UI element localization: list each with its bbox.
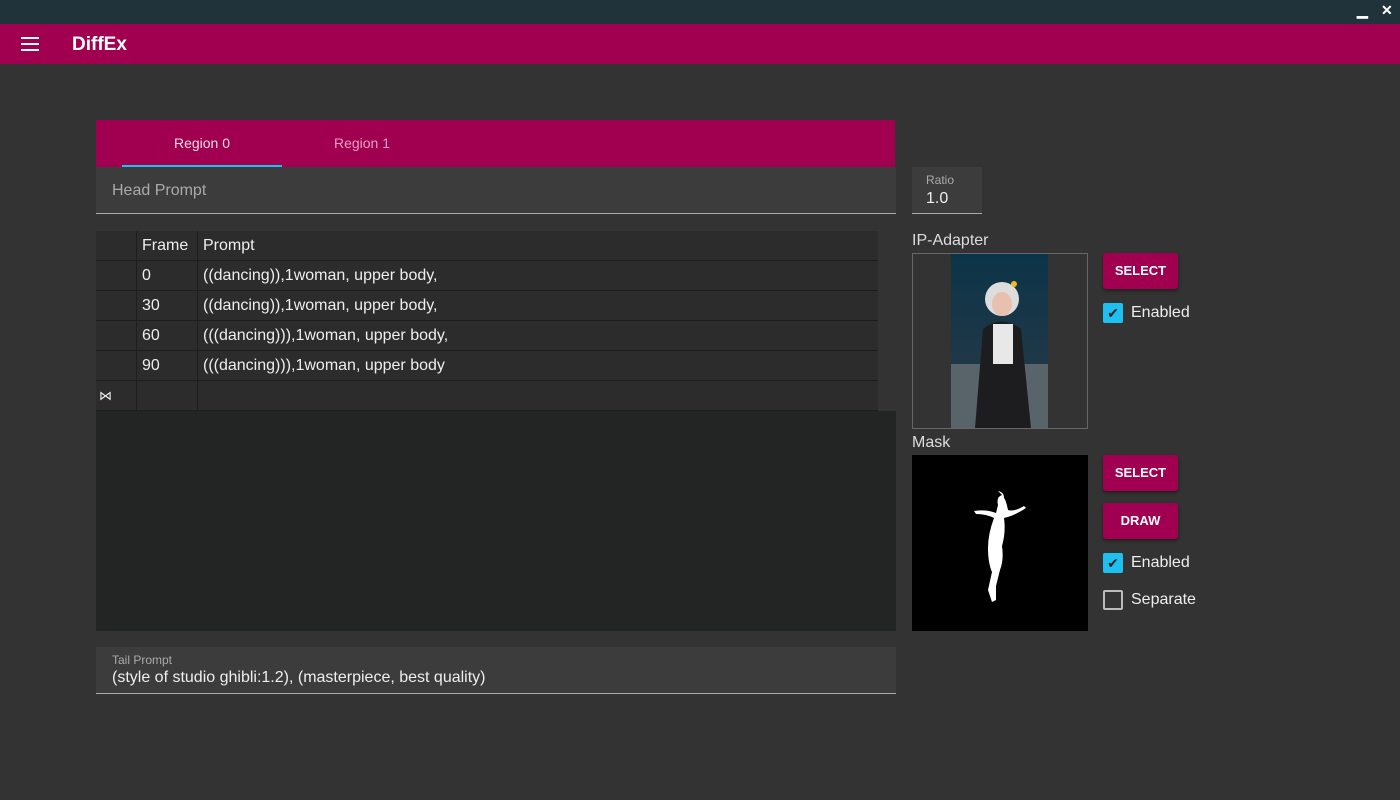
unchecked-box-icon: [1103, 590, 1123, 610]
prompt-table: Frame Prompt 0 ((dancing)),1woman, upper b…: [96, 231, 896, 631]
tail-prompt-value: (style of studio ghibli:1.2), (masterpie…: [112, 669, 486, 686]
cell-prompt[interactable]: ((dancing)),1woman, upper body,: [198, 291, 878, 321]
ip-adapter-select-button[interactable]: SELECT: [1103, 253, 1178, 289]
app-bar: DiffEx: [0, 24, 1400, 64]
portrait-image: [951, 254, 1048, 428]
tab-region-1[interactable]: Region 1: [282, 120, 442, 167]
ip-adapter-enabled-label: Enabled: [1131, 304, 1190, 321]
ratio-label: Ratio: [926, 173, 955, 187]
cell-frame[interactable]: 90: [137, 351, 198, 381]
tail-prompt-input[interactable]: Tail Prompt (style of studio ghibli:1.2)…: [96, 647, 896, 694]
window-titlebar: ▁ ✕: [0, 0, 1400, 24]
cell-prompt[interactable]: ((dancing)),1woman, upper body,: [198, 261, 878, 291]
app-title: DiffEx: [72, 34, 127, 55]
cell-frame[interactable]: 30: [137, 291, 198, 321]
minimize-button[interactable]: ▁: [1357, 2, 1368, 19]
region-tabs: Region 0 Region 1: [96, 120, 895, 167]
mask-label: Mask: [912, 434, 951, 451]
table-header: Frame Prompt: [96, 231, 878, 261]
hamburger-menu-icon[interactable]: [21, 37, 39, 51]
silhouette-image: [974, 491, 1026, 602]
mask-select-button[interactable]: SELECT: [1103, 455, 1178, 491]
ratio-input[interactable]: Ratio 1.0: [912, 167, 982, 214]
table-row[interactable]: 60 (((dancing))),1woman, upper body,: [96, 321, 878, 351]
mask-enabled-label: Enabled: [1131, 554, 1190, 571]
cell-frame[interactable]: 60: [137, 321, 198, 351]
table-row[interactable]: 0 ((dancing)),1woman, upper body,: [96, 261, 878, 291]
ip-adapter-enabled-checkbox[interactable]: ✔ Enabled: [1103, 303, 1190, 323]
mask-enabled-checkbox[interactable]: ✔ Enabled: [1103, 553, 1190, 573]
new-row[interactable]: ⋈: [96, 381, 878, 411]
check-icon: ✔: [1103, 303, 1123, 323]
head-prompt-input[interactable]: Head Prompt: [96, 167, 896, 214]
cell-prompt[interactable]: (((dancing))),1woman, upper body: [198, 351, 878, 381]
mask-separate-label: Separate: [1131, 591, 1196, 608]
ip-adapter-label: IP-Adapter: [912, 232, 989, 249]
table-row[interactable]: 30 ((dancing)),1woman, upper body,: [96, 291, 878, 321]
check-icon: ✔: [1103, 553, 1123, 573]
tab-region-0[interactable]: Region 0: [122, 120, 282, 167]
mask-separate-checkbox[interactable]: Separate: [1103, 590, 1196, 610]
close-button[interactable]: ✕: [1381, 2, 1393, 19]
cell-frame[interactable]: 0: [137, 261, 198, 291]
new-row-icon: ⋈: [96, 381, 137, 411]
table-scrollbar[interactable]: [878, 231, 896, 411]
mask-image: [912, 455, 1088, 631]
header-frame[interactable]: Frame: [137, 231, 198, 261]
cell-prompt[interactable]: (((dancing))),1woman, upper body,: [198, 321, 878, 351]
table-row[interactable]: 90 (((dancing))),1woman, upper body: [96, 351, 878, 381]
ip-adapter-image: [912, 253, 1088, 429]
mask-draw-button[interactable]: DRAW: [1103, 503, 1178, 539]
ratio-value: 1.0: [926, 190, 949, 207]
header-prompt[interactable]: Prompt: [198, 231, 878, 261]
tail-prompt-label: Tail Prompt: [112, 653, 173, 667]
